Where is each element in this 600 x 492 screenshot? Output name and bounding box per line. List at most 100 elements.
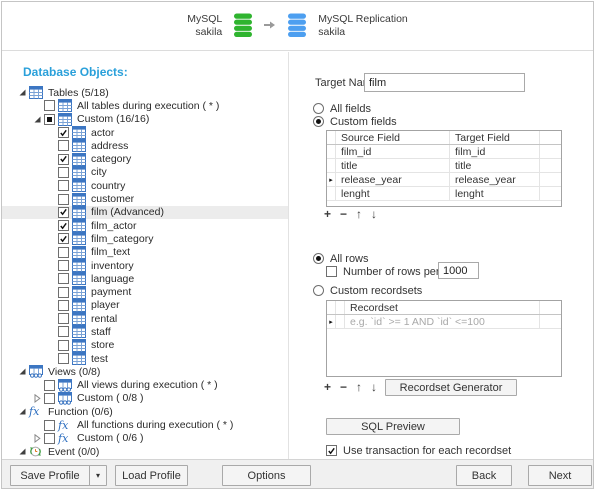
tree-item[interactable]: fxFunction (0/6) — [2, 405, 288, 418]
sql-preview-button[interactable]: SQL Preview — [326, 418, 460, 435]
tree-item-checkbox[interactable] — [58, 313, 69, 324]
target-field-cell[interactable]: title — [450, 159, 540, 172]
all-fields-option[interactable]: All fields — [313, 102, 371, 115]
tree-item[interactable]: category — [2, 152, 288, 165]
tree-item-checkbox[interactable] — [58, 260, 69, 271]
custom-fields-option[interactable]: Custom fields — [313, 115, 397, 128]
target-field-cell[interactable]: release_year — [450, 173, 540, 186]
target-field-cell[interactable]: lenght — [450, 187, 540, 200]
tree-item[interactable]: All views during execution ( * ) — [2, 379, 288, 392]
back-button[interactable]: Back — [456, 465, 512, 486]
tree-item[interactable]: test — [2, 352, 288, 365]
save-profile-dropdown-button[interactable]: ▾ — [89, 465, 107, 486]
source-field-cell[interactable]: title — [336, 159, 450, 172]
tree-item-checkbox[interactable] — [58, 287, 69, 298]
all-rows-option[interactable]: All rows — [313, 252, 369, 265]
tree-item-checkbox[interactable] — [58, 340, 69, 351]
tree-item-checkbox[interactable] — [58, 300, 69, 311]
tree-item-checkbox[interactable] — [58, 326, 69, 337]
move-recordset-up-button[interactable]: ↑ — [356, 381, 362, 393]
load-profile-button[interactable]: Load Profile — [115, 465, 188, 486]
tree-item[interactable]: fxAll functions during execution ( * ) — [2, 418, 288, 431]
tree-item-checkbox[interactable] — [58, 220, 69, 231]
tree-item-checkbox[interactable] — [44, 380, 55, 391]
tree-item[interactable]: inventory — [2, 259, 288, 272]
tree-item[interactable]: All tables during execution ( * ) — [2, 99, 288, 112]
add-recordset-button[interactable]: + — [324, 381, 331, 393]
expand-icon[interactable] — [33, 434, 44, 443]
recordset-row[interactable]: ▸ e.g. `id` >= 1 AND `id` <=100 — [327, 315, 561, 329]
tree-item-checkbox[interactable] — [44, 100, 55, 111]
collapse-icon[interactable] — [18, 407, 29, 416]
tree-item[interactable]: Tables (5/18) — [2, 86, 288, 99]
tree-item[interactable]: Event (0/0) — [2, 445, 288, 458]
fields-grid[interactable]: Source Field Target Field film_idfilm_id… — [326, 130, 562, 207]
all-rows-radio[interactable] — [313, 253, 324, 264]
tree-item-checkbox[interactable] — [58, 233, 69, 244]
custom-recordsets-option[interactable]: Custom recordsets — [313, 284, 422, 297]
collapse-icon[interactable] — [33, 115, 44, 124]
tree-item-checkbox[interactable] — [58, 273, 69, 284]
tree-item[interactable]: film_text — [2, 246, 288, 259]
tree-item[interactable]: country — [2, 179, 288, 192]
move-field-up-button[interactable]: ↑ — [356, 208, 362, 220]
add-field-button[interactable]: + — [324, 208, 331, 220]
tree-item-checkbox[interactable] — [58, 207, 69, 218]
target-name-input[interactable] — [364, 73, 525, 92]
next-button[interactable]: Next — [528, 465, 592, 486]
tree-item[interactable]: city — [2, 166, 288, 179]
batch-checkbox[interactable] — [326, 266, 337, 277]
tree-item[interactable]: actor — [2, 126, 288, 139]
collapse-icon[interactable] — [18, 88, 29, 97]
expand-icon[interactable] — [33, 394, 44, 403]
tree-item[interactable]: payment — [2, 285, 288, 298]
field-mapping-row[interactable]: lenghtlenght — [327, 187, 561, 201]
use-transaction-checkbox[interactable] — [326, 445, 337, 456]
tree-item-checkbox[interactable] — [58, 140, 69, 151]
remove-field-button[interactable]: − — [340, 208, 347, 220]
tree-item-checkbox[interactable] — [58, 167, 69, 178]
tree-item-checkbox[interactable] — [58, 353, 69, 364]
source-field-cell[interactable]: film_id — [336, 145, 450, 158]
tree-item[interactable]: Views (0/8) — [2, 365, 288, 378]
all-fields-radio[interactable] — [313, 103, 324, 114]
tree-item-checkbox[interactable] — [44, 433, 55, 444]
collapse-icon[interactable] — [18, 447, 29, 456]
tree-item[interactable]: Custom ( 0/8 ) — [2, 392, 288, 405]
field-mapping-row[interactable]: ▸release_yearrelease_year — [327, 173, 561, 187]
custom-fields-radio[interactable] — [313, 116, 324, 127]
tree-item[interactable]: customer — [2, 192, 288, 205]
tree-item[interactable]: store — [2, 339, 288, 352]
tree-item-checkbox[interactable] — [58, 194, 69, 205]
tree-item-checkbox[interactable] — [58, 127, 69, 138]
move-field-down-button[interactable]: ↓ — [371, 208, 377, 220]
collapse-icon[interactable] — [18, 367, 29, 376]
options-button[interactable]: Options — [222, 465, 311, 486]
custom-recordsets-radio[interactable] — [313, 285, 324, 296]
recordset-generator-button[interactable]: Recordset Generator — [385, 379, 517, 396]
tree-item[interactable]: staff — [2, 325, 288, 338]
source-field-cell[interactable]: lenght — [336, 187, 450, 200]
field-mapping-row[interactable]: film_idfilm_id — [327, 145, 561, 159]
tree-item-checkbox[interactable] — [58, 180, 69, 191]
field-mapping-row[interactable]: titletitle — [327, 159, 561, 173]
recordset-column-header[interactable]: Recordset — [345, 301, 540, 314]
source-field-cell[interactable]: release_year — [336, 173, 450, 186]
remove-recordset-button[interactable]: − — [340, 381, 347, 393]
target-field-column-header[interactable]: Target Field — [450, 131, 540, 144]
tree-item[interactable]: Custom (16/16) — [2, 113, 288, 126]
source-field-column-header[interactable]: Source Field — [336, 131, 450, 144]
move-recordset-down-button[interactable]: ↓ — [371, 381, 377, 393]
tree-item-checkbox[interactable] — [44, 393, 55, 404]
tree-item[interactable]: player — [2, 299, 288, 312]
tree-item[interactable]: rental — [2, 312, 288, 325]
tree-item[interactable]: language — [2, 272, 288, 285]
recordset-grid[interactable]: Recordset ▸ e.g. `id` >= 1 AND `id` <=10… — [326, 300, 562, 377]
tree-item-checkbox[interactable] — [58, 247, 69, 258]
target-field-cell[interactable]: film_id — [450, 145, 540, 158]
tree-item[interactable]: film (Advanced) — [2, 206, 288, 219]
batch-size-input[interactable] — [438, 262, 479, 279]
save-profile-button[interactable]: Save Profile — [10, 465, 90, 486]
tree-item-checkbox[interactable] — [44, 420, 55, 431]
tree-item-checkbox[interactable] — [44, 114, 55, 125]
